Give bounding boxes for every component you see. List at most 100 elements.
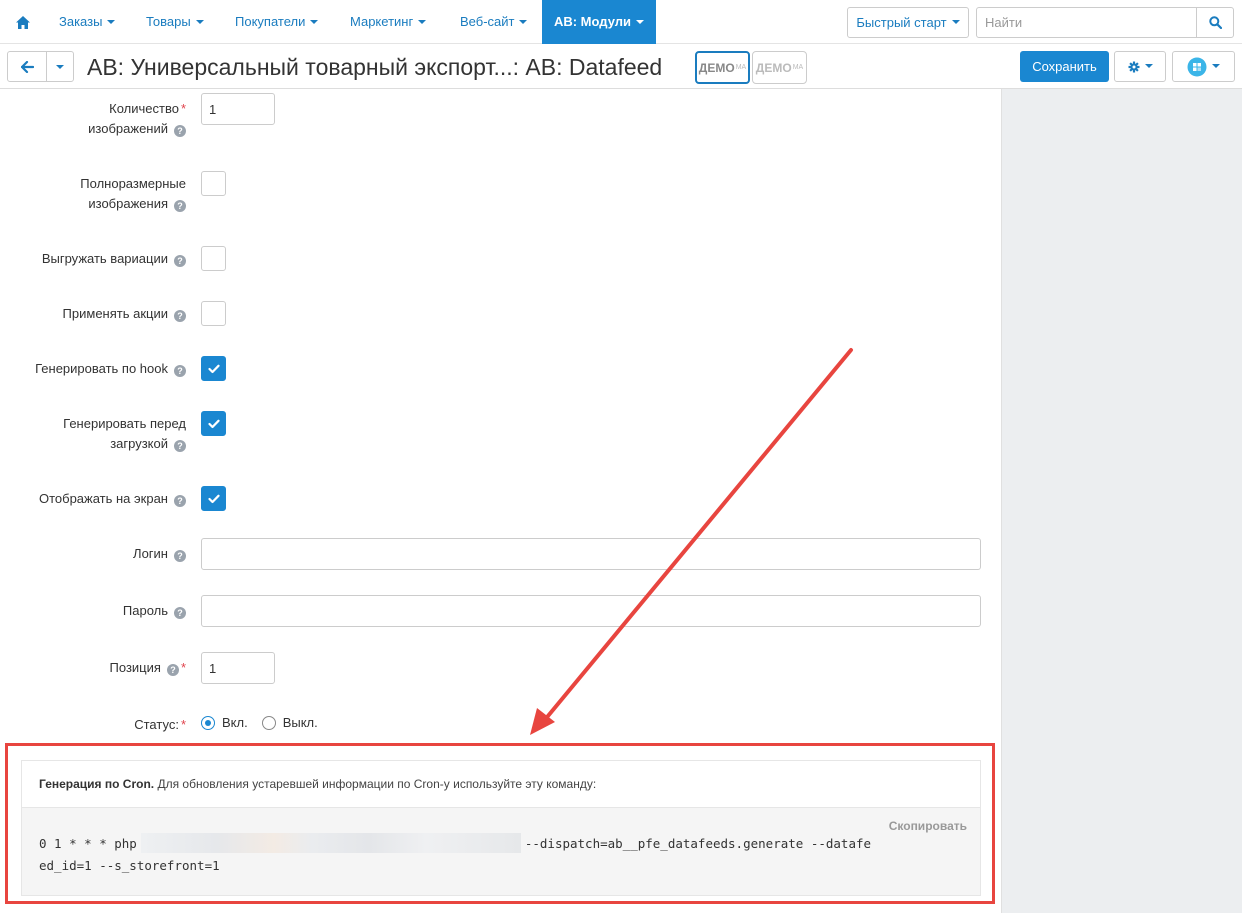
label-text: изображения	[88, 196, 168, 211]
home-icon	[16, 15, 30, 29]
quick-start-label: Быстрый старт	[856, 15, 947, 30]
display-on-screen-checkbox[interactable]	[201, 486, 226, 511]
nav-item-label: Заказы	[59, 14, 103, 29]
demo-badge[interactable]: ДЕМО МА	[695, 51, 750, 84]
save-button[interactable]: Сохранить	[1020, 51, 1109, 82]
demo-badge[interactable]: ДЕМО МА	[752, 51, 807, 84]
gear-icon	[1128, 61, 1139, 72]
status-radio-group: Вкл. Выкл.	[201, 715, 318, 730]
caret-down-icon	[951, 19, 960, 24]
generate-by-hook-checkbox[interactable]	[201, 356, 226, 381]
copy-button[interactable]: Скопировать	[889, 819, 967, 833]
back-button[interactable]	[7, 51, 47, 82]
help-icon[interactable]: ?	[174, 440, 186, 452]
home-button[interactable]	[10, 0, 36, 44]
images-count-label: Количество * изображений?	[88, 99, 186, 139]
status-label: Статус: *	[134, 715, 186, 735]
help-icon[interactable]: ?	[174, 607, 186, 619]
help-icon[interactable]: ?	[174, 495, 186, 507]
settings-dropdown-button[interactable]	[1114, 51, 1166, 82]
demo-badge-text: ДЕМО	[698, 60, 735, 75]
checkmark-icon	[207, 364, 220, 373]
help-icon[interactable]: ?	[174, 310, 186, 322]
search-button[interactable]	[1196, 8, 1233, 37]
login-input[interactable]	[201, 538, 981, 570]
help-icon[interactable]: ?	[174, 550, 186, 562]
status-on-radio[interactable]	[201, 715, 215, 730]
generate-before-download-label: Генерировать перед загрузкой?	[63, 414, 186, 454]
nav-item-label: Маркетинг	[350, 14, 414, 29]
search-input[interactable]	[977, 8, 1196, 37]
full-size-images-checkbox[interactable]	[201, 171, 226, 196]
status-off-radio[interactable]	[261, 715, 276, 730]
required-mark: *	[180, 717, 186, 732]
redacted-path	[140, 833, 521, 853]
nav-item-orders[interactable]: Заказы	[49, 0, 125, 44]
nav-item-products[interactable]: Товары	[136, 0, 214, 44]
label-text: Генерировать по hook	[35, 361, 168, 376]
help-icon[interactable]: ?	[174, 200, 186, 212]
apply-promotions-label: Применять акции?	[63, 304, 186, 324]
nav-item-marketing[interactable]: Маркетинг	[340, 0, 436, 44]
label-text: Пароль	[122, 603, 168, 618]
help-icon[interactable]: ?	[174, 255, 186, 267]
password-input[interactable]	[201, 595, 981, 627]
caret-down-icon	[418, 19, 427, 24]
required-mark: *	[180, 101, 186, 116]
label-text: Количество	[109, 101, 179, 116]
required-mark: *	[180, 660, 186, 675]
label-text: изображений	[88, 121, 168, 136]
caret-down-icon	[636, 19, 645, 24]
help-icon[interactable]: ?	[174, 125, 186, 137]
login-label: Логин?	[133, 544, 186, 564]
cron-panel-header: Генерация по Cron. Для обновления устаре…	[22, 761, 980, 808]
checkmark-icon	[207, 494, 220, 503]
status-off-label[interactable]: Выкл.	[283, 715, 318, 730]
label-text: Отображать на экран	[38, 491, 168, 506]
cron-command-suffix: --dispatch=ab__pfe_datafeeds.generate --…	[524, 836, 872, 851]
cron-panel: Генерация по Cron. Для обновления устаре…	[21, 760, 981, 896]
caret-down-icon	[107, 19, 116, 24]
label-text: Полноразмерные	[80, 176, 186, 191]
demo-badge-sup: МА	[792, 64, 804, 71]
help-icon[interactable]: ?	[174, 365, 186, 377]
caret-down-icon	[310, 19, 319, 24]
caret-down-icon	[1212, 63, 1220, 68]
nav-item-customers[interactable]: Покупатели	[225, 0, 328, 44]
addon-logo-icon	[1187, 57, 1207, 76]
arrow-left-icon	[20, 60, 34, 73]
addons-dropdown-button[interactable]	[1172, 51, 1235, 82]
nav-item-ab-modules[interactable]: AB: Модули	[542, 0, 656, 44]
export-variations-checkbox[interactable]	[201, 246, 226, 271]
export-variations-label: Выгружать вариации?	[42, 249, 186, 269]
caret-down-icon	[195, 19, 204, 24]
label-text: Позиция	[109, 660, 161, 675]
nav-item-website[interactable]: Веб-сайт	[450, 0, 537, 44]
apply-promotions-checkbox[interactable]	[201, 301, 226, 326]
label-text: загрузкой	[110, 436, 168, 451]
top-navigation: Заказы Товары Покупатели Маркетинг Веб-с…	[0, 0, 1242, 44]
quick-start-button[interactable]: Быстрый старт	[847, 7, 969, 38]
cron-command[interactable]: 0 1 * * * php --dispatch=ab__pfe_datafeed…	[39, 833, 909, 877]
cron-title: Генерация по Cron.	[39, 777, 155, 791]
demo-badge-text: ДЕМО	[755, 60, 792, 75]
label-text: Выгружать вариации	[41, 251, 168, 266]
generate-before-download-checkbox[interactable]	[201, 411, 226, 436]
label-text: Логин	[133, 546, 168, 561]
back-dropdown-button[interactable]	[46, 51, 74, 82]
nav-item-label: Веб-сайт	[460, 14, 515, 29]
search-icon	[1208, 16, 1222, 29]
status-on-label[interactable]: Вкл.	[222, 715, 248, 730]
label-text: Применять акции	[62, 306, 168, 321]
page-title: AB: Универсальный товарный экспорт...: A…	[87, 54, 663, 80]
checkmark-icon	[207, 419, 220, 428]
caret-down-icon	[1144, 63, 1153, 68]
cron-command-line2: ed_id=1 --s_storefront=1	[39, 858, 220, 873]
position-input[interactable]	[201, 652, 275, 684]
images-count-input[interactable]	[201, 93, 275, 125]
password-label: Пароль?	[123, 601, 186, 621]
nav-item-label: Товары	[146, 14, 191, 29]
help-icon[interactable]: ?	[166, 664, 179, 676]
label-text: Генерировать перед	[63, 416, 186, 431]
cron-description: Для обновления устаревшей информации по …	[157, 777, 597, 791]
